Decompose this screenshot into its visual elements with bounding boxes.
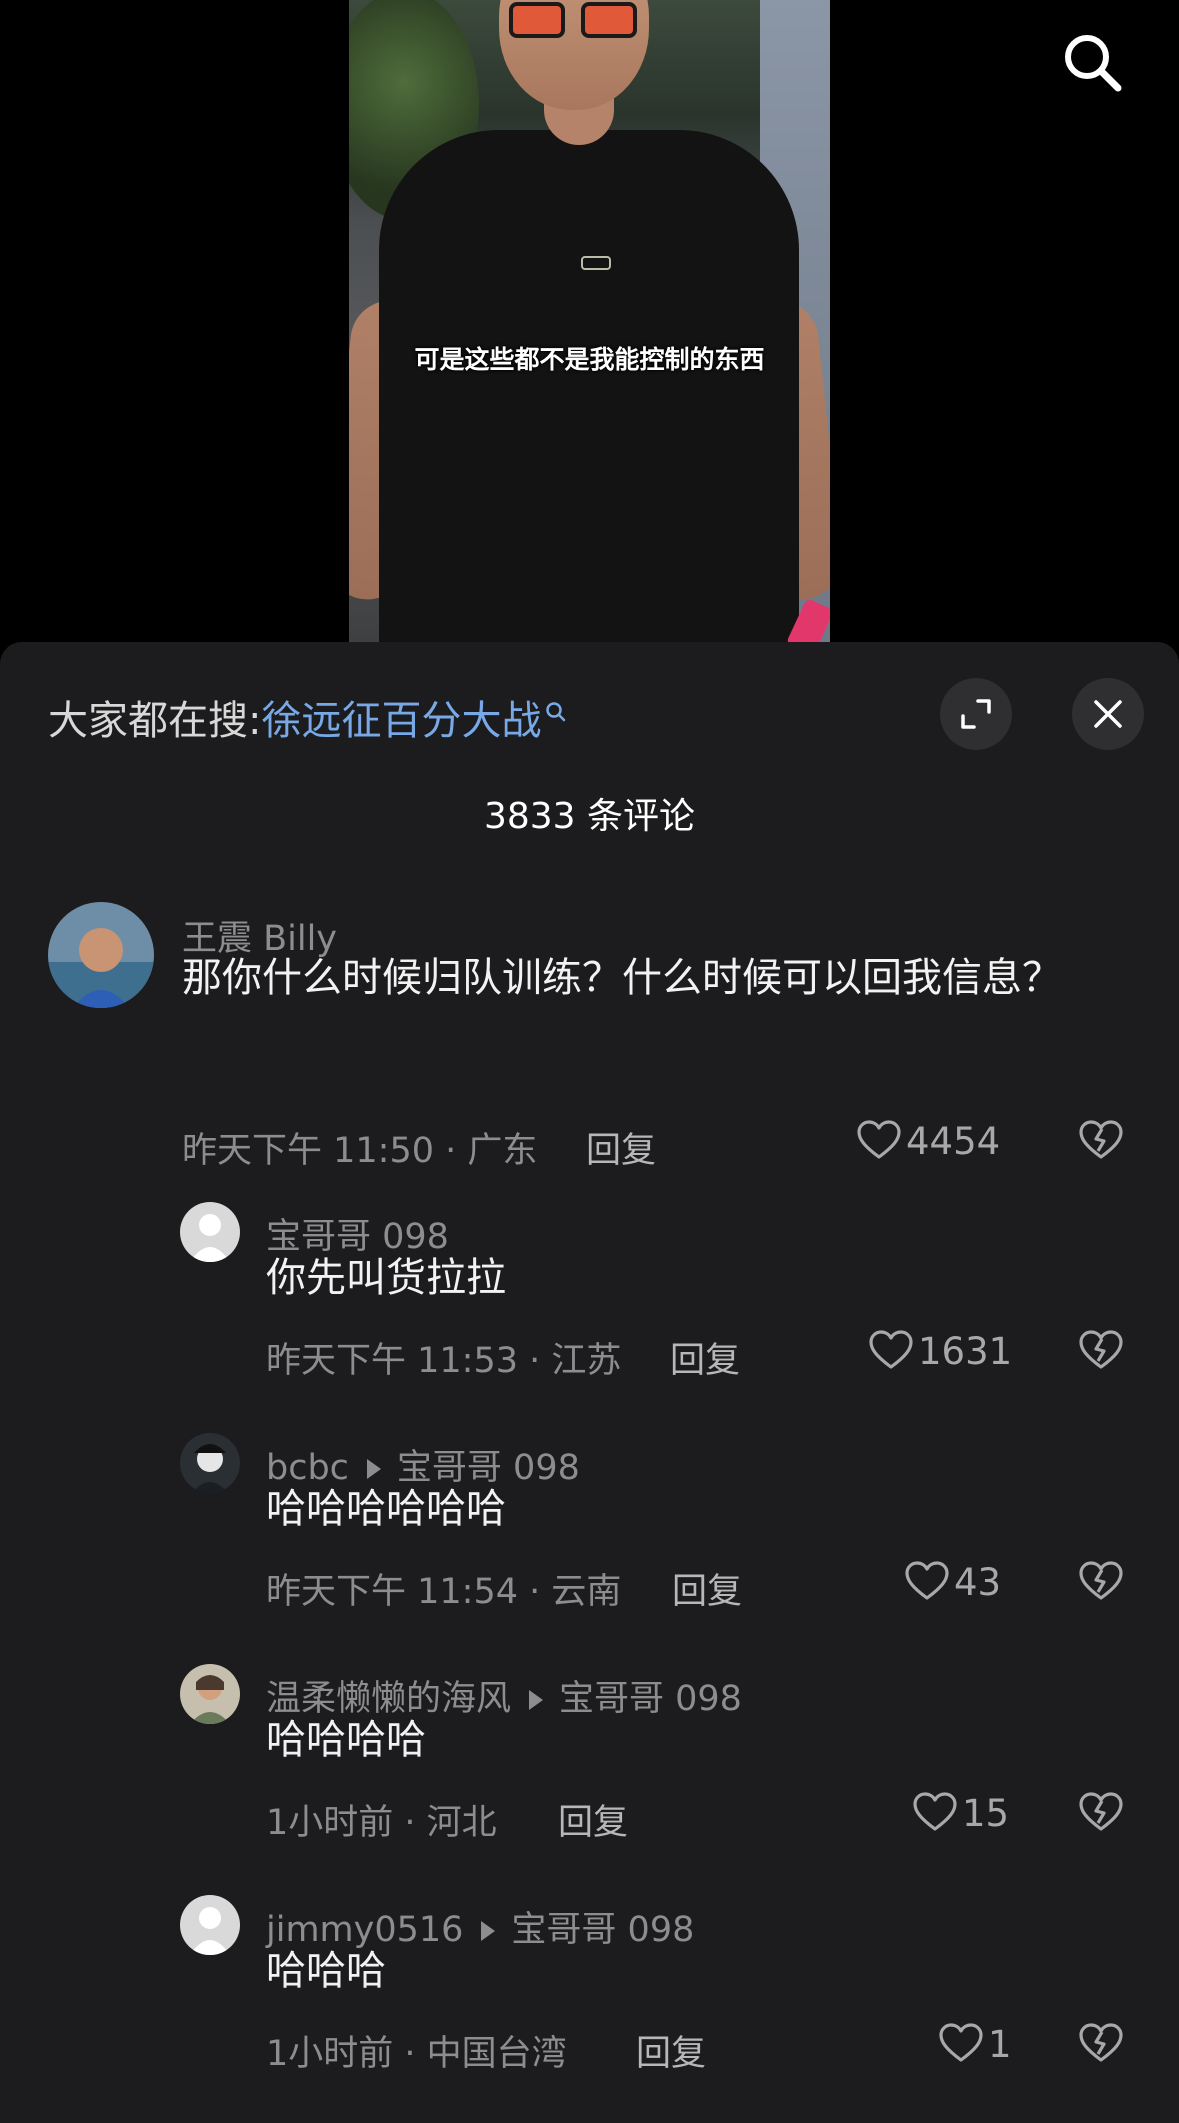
comment-meta: 1小时前 · 中国台湾 [266,2034,567,2074]
broken-heart-icon [1079,1561,1123,1600]
avatar[interactable] [180,1895,240,1955]
comment-count: 3833 条评论 [483,796,696,837]
hot-search-bar[interactable]: 大家都在搜:徐远征百分大战 [48,688,567,746]
like-button[interactable]: 4454 [856,1120,1000,1163]
like-button[interactable]: 43 [904,1561,1001,1604]
shirt-logo [581,256,611,270]
like-count: 1 [988,2023,1012,2066]
comment-meta: 昨天下午 11:50 · 广东 [182,1131,538,1171]
broken-heart-icon [1079,1330,1123,1369]
comment-location: 广东 [467,1131,538,1171]
broken-heart-icon [1079,2023,1123,2062]
heart-icon [869,1330,913,1369]
dislike-button[interactable] [1078,2023,1124,2067]
like-count: 43 [954,1561,1002,1604]
broken-heart-icon [1079,1120,1123,1159]
close-button[interactable] [1072,678,1144,750]
avatar[interactable] [180,1664,240,1724]
comment-location: 云南 [551,1572,622,1612]
person-shirt [379,130,799,642]
sunglasses [509,0,639,40]
heart-icon [857,1120,901,1159]
comment-time: 昨天下午 11:54 [266,1572,518,1612]
expand-button[interactable] [940,678,1012,750]
dislike-button[interactable] [1078,1330,1124,1374]
comment-meta: 昨天下午 11:53 · 江苏 [266,1341,622,1381]
comment-time: 昨天下午 11:53 [266,1341,518,1381]
comment-text: 哈哈哈 [266,1948,386,1994]
video-player[interactable]: 可是这些都不是我能控制的东西 [0,0,1179,642]
broken-heart-icon [1079,1792,1123,1831]
heart-icon [905,1561,949,1600]
reply-button[interactable]: 回复 [586,1122,656,1173]
hot-search-keyword[interactable]: 徐远征百分大战 [261,698,541,744]
heart-icon [913,1792,957,1831]
search-icon [1065,35,1122,92]
reply-button[interactable]: 回复 [672,1563,742,1614]
dislike-button[interactable] [1078,1120,1124,1164]
small-search-icon [545,688,567,734]
like-button[interactable]: 1631 [868,1330,1012,1373]
heart-icon [939,2023,983,2062]
comment-location: 河北 [426,1803,497,1843]
avatar[interactable] [180,1433,240,1493]
comment-text: 那你什么时候归队训练？什么时候可以回我信息？ [182,955,1062,1001]
comment-location: 中国台湾 [426,2034,567,2074]
reply-button[interactable]: 回复 [558,1794,628,1845]
like-count: 15 [962,1792,1010,1835]
reply-button[interactable]: 回复 [670,1332,740,1383]
expand-icon [961,699,991,729]
comment-sheet: 大家都在搜:徐远征百分大战 3833 条评论 王震 Billy 那你什么时候归队… [0,642,1179,2123]
comment-time: 1小时前 [266,2034,394,2074]
video-subtitle: 可是这些都不是我能控制的东西 [414,345,765,374]
close-icon [1094,700,1122,728]
like-count: 1631 [918,1330,1013,1373]
like-button[interactable]: 1 [938,2023,1012,2066]
like-button[interactable]: 15 [912,1792,1009,1835]
dislike-button[interactable] [1078,1792,1124,1836]
dislike-button[interactable] [1078,1561,1124,1605]
comment-location: 江苏 [551,1341,622,1381]
comment-time: 1小时前 [266,1803,394,1843]
reply-button[interactable]: 回复 [636,2025,706,2076]
avatar[interactable] [48,902,154,1008]
video-frame[interactable]: 可是这些都不是我能控制的东西 [349,0,830,642]
like-count: 4454 [906,1120,1001,1163]
comment-text: 哈哈哈哈哈哈 [266,1486,506,1532]
search-button[interactable] [1060,30,1124,94]
comment-time: 昨天下午 11:50 [182,1131,434,1171]
comment-text: 哈哈哈哈 [266,1717,426,1763]
avatar[interactable] [180,1202,240,1262]
comment-text: 你先叫货拉拉 [266,1255,506,1301]
comment-meta: 昨天下午 11:54 · 云南 [266,1572,622,1612]
hot-search-prefix: 大家都在搜: [48,698,262,744]
comment-meta: 1小时前 · 河北 [266,1803,497,1843]
